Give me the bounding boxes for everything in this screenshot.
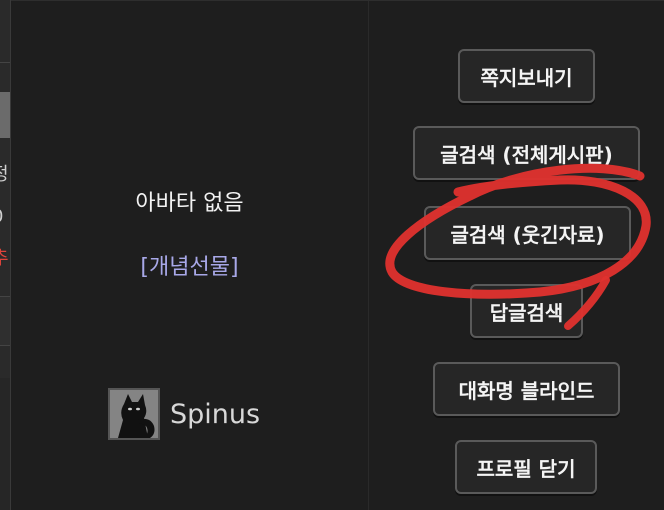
concept-gift-link[interactable]: [개념선물]	[11, 249, 368, 281]
cat-silhouette-icon	[110, 390, 158, 438]
blind-nickname-button[interactable]: 대화명 블라인드	[433, 362, 620, 416]
background-text-fragment: 추	[0, 248, 9, 269]
background-page: 정 0 추	[0, 0, 11, 510]
profile-info: 아바타 없음 [개념선물] Spinus	[11, 1, 368, 510]
background-text-fragment: 정	[0, 164, 9, 185]
search-humor-board-button[interactable]: 글검색 (웃긴자료)	[424, 206, 631, 260]
background-box	[0, 378, 10, 510]
divider	[0, 62, 10, 63]
background-thumbnail	[0, 92, 10, 138]
no-avatar-label: 아바타 없음	[135, 191, 244, 216]
column-divider	[368, 1, 369, 510]
username: Spinus	[170, 398, 261, 430]
send-message-button[interactable]: 쪽지보내기	[458, 49, 595, 103]
profile-popup: 아바타 없음 [개념선물] Spinus 쪽지보내기 글검색 (전체게시판) 글…	[11, 0, 664, 510]
screen: 정 0 추 아바타 없음 [개념선물]	[0, 0, 664, 510]
background-text-fragment: 0	[0, 204, 10, 230]
user-row: Spinus	[108, 386, 260, 442]
search-all-boards-button[interactable]: 글검색 (전체게시판)	[413, 126, 640, 180]
close-profile-button[interactable]: 프로필 닫기	[455, 440, 597, 494]
background-box	[0, 296, 10, 346]
search-replies-button[interactable]: 답글검색	[470, 284, 583, 338]
avatar	[108, 388, 160, 440]
